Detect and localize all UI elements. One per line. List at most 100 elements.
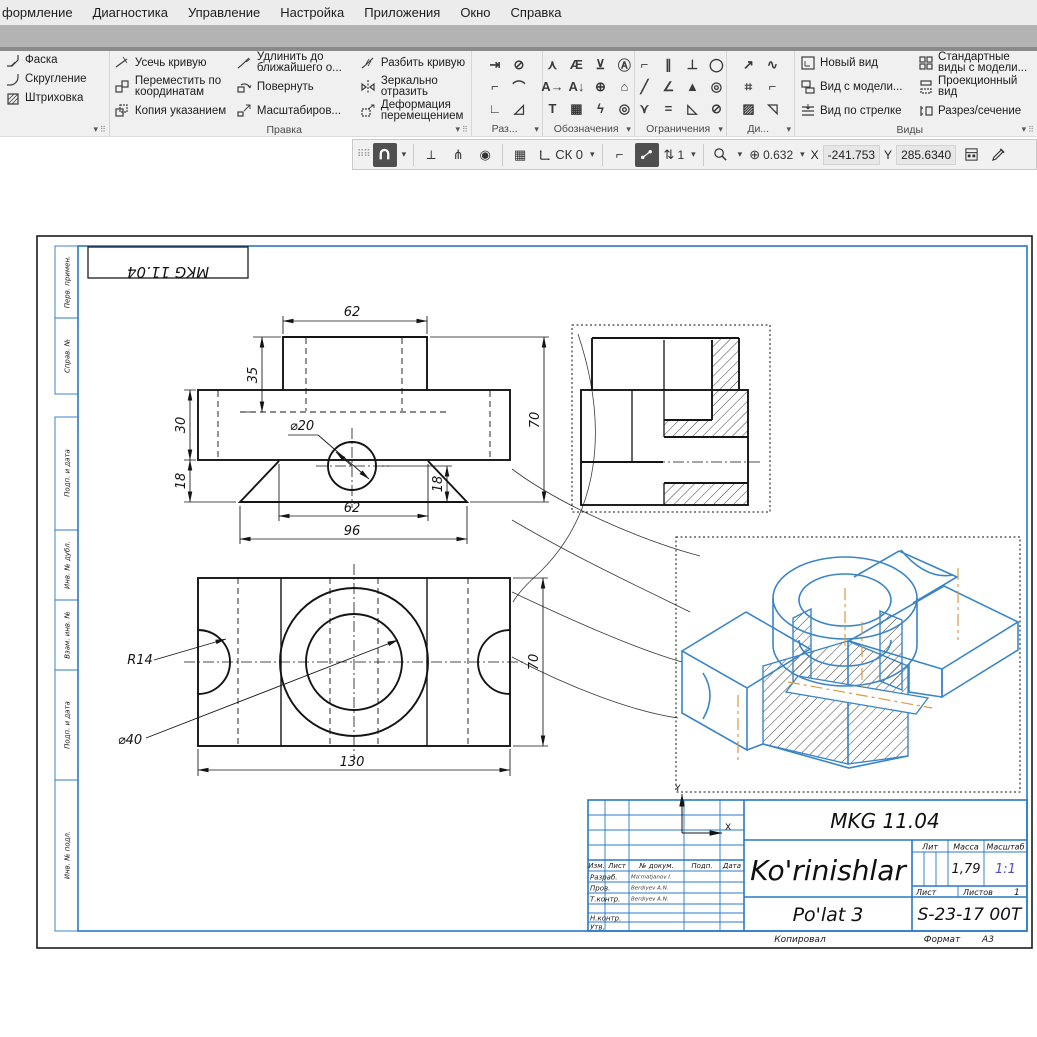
- dim-depth[interactable]: 70: [527, 654, 542, 671]
- drawing-canvas[interactable]: Перв. примен. Справ. № Подп. и дата Инв.…: [0, 174, 1037, 1037]
- dim-ordinate-icon[interactable]: ∟: [484, 98, 506, 120]
- coordinate-system-button[interactable]: СК 0: [535, 143, 585, 167]
- vertical-icon[interactable]: ╱: [633, 76, 655, 98]
- measure-corner-icon[interactable]: ⌐: [761, 76, 783, 98]
- stamp-scale-value[interactable]: 1:1: [995, 862, 1016, 877]
- equal-length-icon[interactable]: ⋎: [633, 98, 655, 120]
- section-expand-caret[interactable]: ▾: [456, 124, 461, 135]
- measure-angle2-icon[interactable]: ◹: [761, 98, 783, 120]
- trim-curve-button[interactable]: Усечь кривую: [110, 51, 232, 75]
- align-icon[interactable]: ⌐: [633, 54, 655, 76]
- measure-hatch-icon[interactable]: ▨: [737, 98, 759, 120]
- section-grip[interactable]: ⠿: [1028, 125, 1034, 134]
- measure-area-icon[interactable]: ⌗: [737, 76, 759, 98]
- snap-point-icon[interactable]: ◉: [473, 143, 497, 167]
- fix-icon[interactable]: ⊘: [705, 98, 727, 120]
- cut-line-icon[interactable]: ⌂: [613, 76, 635, 98]
- fix-point-icon[interactable]: ▲: [681, 76, 703, 98]
- angle-icon[interactable]: ∠: [657, 76, 679, 98]
- dim-linear-icon[interactable]: ⇥: [484, 54, 506, 76]
- geometry-calculator-button[interactable]: [959, 143, 983, 167]
- copy-by-point-button[interactable]: Копия указанием: [110, 99, 232, 123]
- dim-hole-diameter[interactable]: ⌀20: [290, 419, 314, 434]
- zoom-scale-button[interactable]: ⊕0.632: [747, 143, 795, 167]
- menu-item-oformlenie[interactable]: формление: [0, 2, 83, 23]
- extend-curve-button[interactable]: Удлинить до ближайшего о...: [232, 51, 356, 75]
- step-dropdown-caret[interactable]: ▾: [689, 149, 698, 160]
- dim-angular-icon[interactable]: ⌐: [484, 76, 506, 98]
- rotate-button[interactable]: Повернуть: [232, 75, 356, 99]
- menu-item-okno[interactable]: Окно: [450, 2, 500, 23]
- parallel-icon[interactable]: ∥: [657, 54, 679, 76]
- move-by-coordinates-button[interactable]: Переместить по координатам: [110, 75, 232, 99]
- section-expand-caret[interactable]: ▾: [1022, 124, 1027, 135]
- menu-item-nastroika[interactable]: Настройка: [270, 2, 354, 23]
- dim-base-width[interactable]: 96: [344, 524, 361, 539]
- cs-dropdown-caret[interactable]: ▾: [588, 149, 597, 160]
- zoom-dropdown-caret[interactable]: ▾: [736, 149, 745, 160]
- view-label-icon[interactable]: Ⓐ: [613, 54, 635, 76]
- hatch-button[interactable]: Штриховка: [0, 89, 109, 108]
- dim-radial-icon[interactable]: ◿: [508, 98, 530, 120]
- dim-notch-radius[interactable]: R14: [127, 653, 153, 668]
- section-grip[interactable]: ⠿: [462, 125, 468, 134]
- concentric-icon[interactable]: ◎: [705, 76, 727, 98]
- chamfer-button[interactable]: Фаска: [0, 51, 109, 70]
- wavy-line-icon[interactable]: ϟ: [589, 98, 611, 120]
- drawing-sheet-svg[interactable]: Перв. примен. Справ. № Подп. и дата Инв.…: [0, 174, 1037, 1037]
- zoom-scale-caret[interactable]: ▾: [798, 149, 807, 160]
- menu-item-diagnostika[interactable]: Диагностика: [83, 2, 178, 23]
- menu-item-spravka[interactable]: Справка: [501, 2, 572, 23]
- eyedropper-button[interactable]: [986, 143, 1010, 167]
- centerline-icon[interactable]: ◎: [613, 98, 635, 120]
- rounding-toggle-button[interactable]: [635, 143, 659, 167]
- snap-perpendicular-icon[interactable]: ⟂: [419, 143, 443, 167]
- dim-bore-diameter[interactable]: ⌀40: [118, 733, 142, 748]
- section-expand-caret[interactable]: ▾: [786, 124, 791, 135]
- toolbar-drag-grip[interactable]: ⠿⠿: [357, 149, 370, 160]
- view-by-arrow-button[interactable]: Вид по стрелке: [795, 99, 913, 123]
- section-view-button[interactable]: Разрез/сечение: [913, 99, 1037, 123]
- dim-hole-height[interactable]: 18: [431, 476, 446, 493]
- text-icon[interactable]: T: [541, 98, 563, 120]
- fillet-button[interactable]: Скругление: [0, 70, 109, 89]
- zoom-area-button[interactable]: [709, 143, 733, 167]
- equal-icon[interactable]: =: [657, 98, 679, 120]
- x-coordinate-field[interactable]: -241.753: [823, 145, 880, 165]
- section-expand-caret[interactable]: ▾: [534, 124, 539, 135]
- dim-low-height[interactable]: 18: [174, 473, 189, 490]
- section-grip[interactable]: ⠿: [100, 125, 106, 134]
- section-expand-caret[interactable]: ▾: [626, 124, 631, 135]
- symmetry-icon[interactable]: ◺: [681, 98, 703, 120]
- dim-mid-width[interactable]: 62: [344, 501, 361, 516]
- snap-tangent-icon[interactable]: ⋔: [446, 143, 470, 167]
- deform-move-button[interactable]: Деформация перемещением: [356, 99, 471, 123]
- dim-arc-icon[interactable]: ⌒: [508, 76, 530, 98]
- table-icon[interactable]: ▦: [565, 98, 587, 120]
- dim-top-width[interactable]: 62: [344, 305, 361, 320]
- perpendicular-icon[interactable]: ⊥: [681, 54, 703, 76]
- measure-curve2-icon[interactable]: ∿: [761, 54, 783, 76]
- position-leader-icon[interactable]: A↓: [565, 76, 587, 98]
- new-view-button[interactable]: Новый вид: [795, 51, 913, 75]
- snap-dropdown-caret[interactable]: ▾: [400, 149, 409, 160]
- split-curve-button[interactable]: Разбить кривую: [356, 51, 471, 75]
- dim-diameter-icon[interactable]: ⊘: [508, 54, 530, 76]
- y-coordinate-field[interactable]: 285.6340: [896, 145, 956, 165]
- dim-total-height[interactable]: 70: [528, 412, 543, 429]
- dim-length[interactable]: 130: [340, 755, 365, 770]
- scale-button[interactable]: Масштабиров...: [232, 99, 356, 123]
- leader-text-icon[interactable]: A→: [541, 76, 563, 98]
- view-from-model-button[interactable]: Вид с модели...: [795, 75, 913, 99]
- tangent-icon[interactable]: ◯: [705, 54, 727, 76]
- ortho-mode-icon[interactable]: ⌐: [608, 143, 632, 167]
- measure-curve-icon[interactable]: ↗: [737, 54, 759, 76]
- marking-icon[interactable]: ⊕: [589, 76, 611, 98]
- step-button[interactable]: ⇅1: [662, 143, 687, 167]
- section-expand-caret[interactable]: ▾: [94, 124, 99, 135]
- menu-item-prilozheniya[interactable]: Приложения: [354, 2, 450, 23]
- dim-block-height[interactable]: 35: [246, 367, 261, 384]
- leader-icon[interactable]: ⋏: [541, 54, 563, 76]
- menu-item-upravlenie[interactable]: Управление: [178, 2, 270, 23]
- dim-band-height[interactable]: 30: [174, 417, 189, 434]
